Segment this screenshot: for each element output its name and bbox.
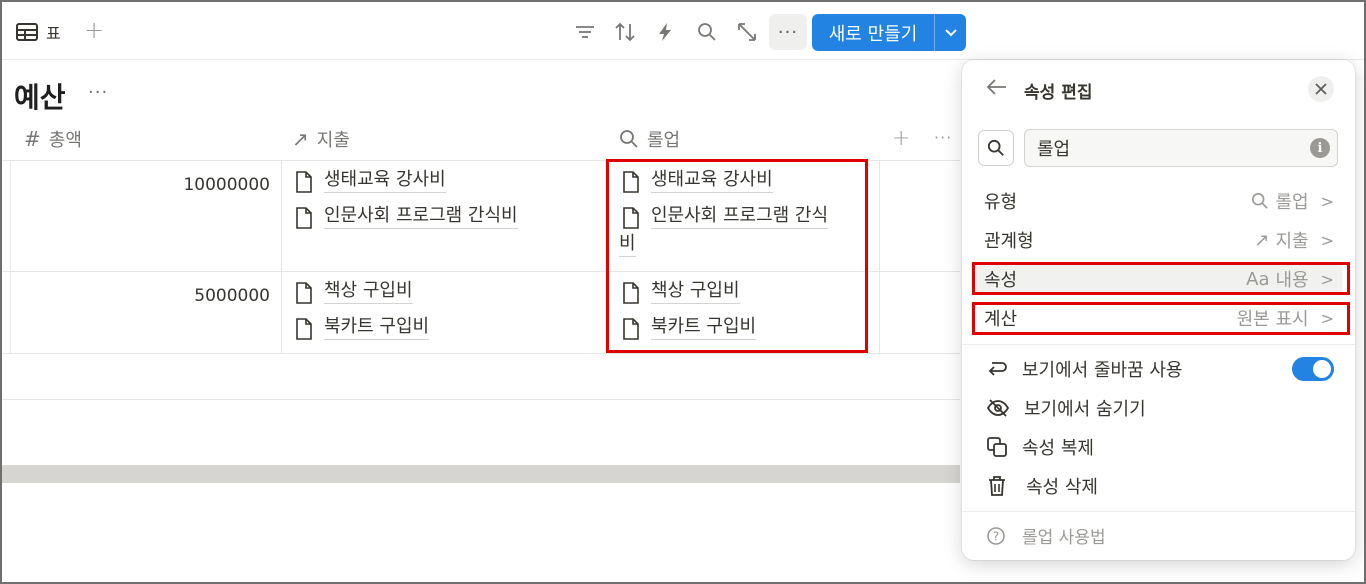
action-label: 속성 복제	[1022, 438, 1094, 459]
rollup-search-icon	[620, 130, 638, 148]
column-header-total[interactable]: # 총액	[24, 126, 82, 152]
row-value: 지출	[1275, 231, 1309, 252]
relation-row[interactable]: 관계형 ↗ 지출 >	[984, 225, 1334, 255]
view-tab-table[interactable]: 표	[16, 20, 61, 44]
relation-item[interactable]: 생태교육 강사비	[294, 168, 446, 193]
column-divider	[281, 160, 282, 354]
page-icon	[296, 282, 312, 304]
new-button-label[interactable]: 새로 만들기	[812, 14, 934, 51]
action-label: 보기에서 줄바꿈 사용	[1022, 360, 1183, 381]
column-more-button[interactable]: ···	[934, 128, 952, 147]
wrap-icon	[988, 362, 1007, 376]
search-icon	[1252, 192, 1269, 209]
wrap-in-view-action[interactable]: 보기에서 줄바꿈 사용	[986, 354, 1182, 384]
action-label: 보기에서 숨기기	[1024, 399, 1146, 420]
property-name-input[interactable]	[1024, 129, 1338, 167]
action-label: 속성 삭제	[1026, 477, 1098, 498]
relation-item-label: 생태교육 강사비	[324, 168, 446, 193]
panel-divider	[962, 511, 1355, 512]
calculate-highlight-box	[972, 302, 1350, 335]
help-label: 롤업 사용법	[1022, 528, 1106, 548]
total-cell[interactable]: 10000000	[12, 175, 270, 195]
filter-icon[interactable]	[572, 19, 598, 45]
expand-icon[interactable]	[734, 19, 760, 45]
hide-in-view-action[interactable]: 보기에서 숨기기	[986, 393, 1146, 423]
new-button[interactable]: 새로 만들기	[812, 14, 966, 51]
new-dropdown-chevron-icon[interactable]	[934, 14, 966, 51]
help-icon: ?	[987, 526, 1005, 545]
more-options-button[interactable]: ···	[769, 14, 807, 50]
row-divider	[2, 353, 960, 354]
property-type-row[interactable]: 유형 롤업 >	[984, 186, 1334, 216]
relation-item[interactable]: 인문사회 프로그램 간식비	[294, 204, 518, 229]
database-toolbar: 표 + ··· 새로 만들기	[2, 2, 1364, 60]
row-value: 롤업	[1275, 192, 1309, 213]
column-divider	[879, 160, 880, 354]
edit-property-panel: 속성 편집 i 유형 롤업 > 관계형 ↗ 지출 > 속성	[962, 60, 1355, 560]
property-highlight-box	[972, 262, 1350, 295]
chevron-right-icon: >	[1320, 191, 1334, 211]
property-type-search-icon[interactable]	[978, 130, 1014, 166]
panel-divider	[962, 344, 1355, 345]
svg-text:?: ?	[993, 529, 999, 543]
relation-arrow-icon: ↗	[1254, 229, 1270, 251]
row-divider	[2, 399, 960, 400]
duplicate-property-action[interactable]: 속성 복제	[986, 432, 1094, 462]
row-label: 관계형	[984, 231, 1034, 252]
page-icon	[296, 171, 312, 193]
column-header-expenses[interactable]: ↗ 지출	[292, 126, 350, 152]
wrap-toggle[interactable]	[1292, 357, 1334, 381]
lightning-icon[interactable]	[652, 19, 678, 45]
chevron-right-icon: >	[1320, 230, 1334, 250]
add-column-button[interactable]: +	[892, 126, 910, 151]
relation-item-label: 인문사회 프로그램 간식비	[324, 204, 518, 229]
row-label: 유형	[984, 192, 1018, 213]
relation-item-label: 책상 구입비	[324, 279, 413, 304]
relation-item-label: 북카트 구입비	[324, 315, 430, 340]
number-icon: #	[24, 127, 41, 151]
relation-item[interactable]: 책상 구입비	[294, 279, 413, 304]
info-icon[interactable]: i	[1310, 138, 1330, 158]
column-header-rollup[interactable]: 롤업	[619, 126, 680, 152]
table-icon	[16, 23, 38, 41]
page-icon	[296, 318, 312, 340]
horizontal-scrollbar[interactable]	[2, 465, 960, 483]
relation-item[interactable]: 북카트 구입비	[294, 315, 430, 340]
app-frame: 표 + ··· 새로 만들기 예산 ··· # 총액 ↗ 지출 롤업 + ···…	[0, 0, 1366, 584]
column-label: 총액	[48, 130, 82, 151]
close-icon[interactable]	[1308, 76, 1334, 102]
total-cell[interactable]: 5000000	[12, 286, 270, 306]
search-icon[interactable]	[694, 19, 720, 45]
trash-icon	[989, 476, 1005, 496]
column-label: 롤업	[647, 130, 681, 151]
relation-arrow-icon: ↗	[292, 127, 309, 151]
duplicate-icon	[987, 437, 1007, 457]
view-tab-label: 표	[46, 24, 61, 43]
add-view-button[interactable]: +	[84, 18, 104, 42]
delete-property-action[interactable]: 속성 삭제	[986, 471, 1098, 501]
column-divider	[10, 160, 11, 354]
title-more-button[interactable]: ···	[88, 82, 108, 103]
rollup-help-link[interactable]: ? 롤업 사용법	[986, 523, 1106, 548]
rollup-highlight-box	[606, 159, 868, 353]
database-title[interactable]: 예산	[14, 76, 66, 116]
eye-slash-icon	[986, 399, 1010, 417]
panel-title: 속성 편집	[1024, 83, 1093, 103]
back-arrow-icon[interactable]	[986, 78, 1008, 100]
page-icon	[296, 207, 312, 229]
column-label: 지출	[316, 130, 350, 151]
sort-icon[interactable]	[612, 19, 638, 45]
